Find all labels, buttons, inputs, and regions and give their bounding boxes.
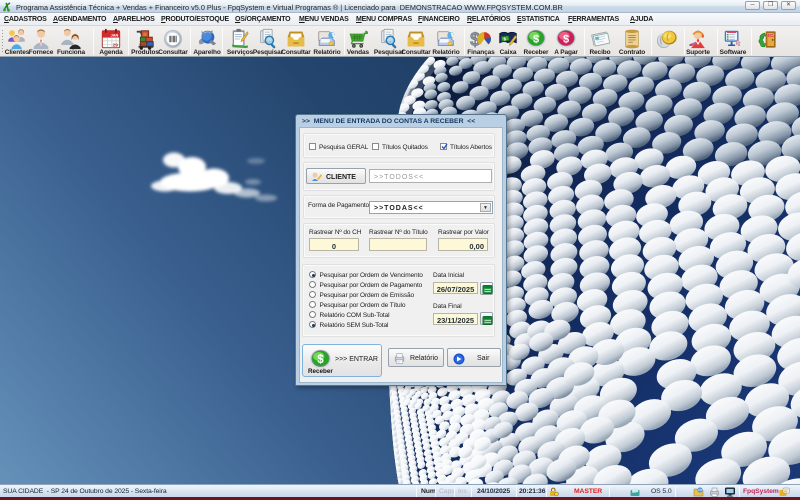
svg-text:29: 29 bbox=[113, 42, 119, 48]
svg-text:$: $ bbox=[317, 353, 324, 365]
svg-text:$: $ bbox=[533, 33, 539, 45]
svg-text:$: $ bbox=[563, 33, 569, 45]
svg-text:JAN: JAN bbox=[111, 33, 119, 37]
svg-text:EXIT: EXIT bbox=[769, 33, 775, 37]
